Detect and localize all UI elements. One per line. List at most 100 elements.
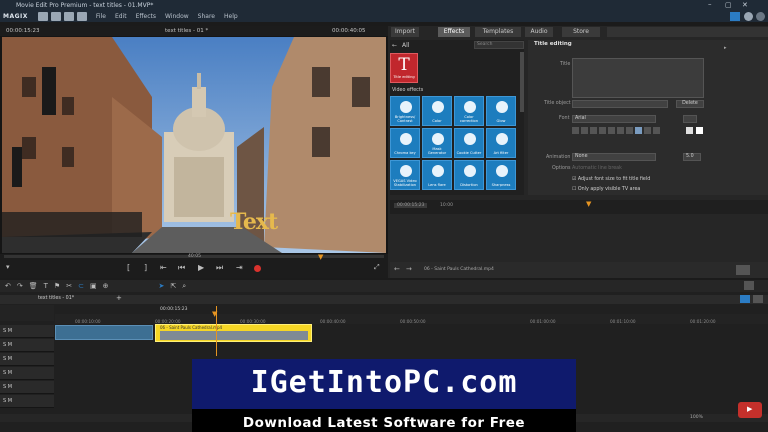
effect-distortion[interactable]: Distortion	[454, 160, 484, 190]
bold-icon[interactable]	[572, 127, 579, 134]
track-header-1[interactable]: S M	[0, 325, 54, 338]
user-icon[interactable]	[756, 12, 765, 21]
cut-icon[interactable]: ✂	[66, 282, 72, 290]
back-icon[interactable]: ←	[394, 265, 400, 273]
project-tab[interactable]: text titles - 01*	[38, 296, 74, 301]
close-window-icon[interactable]: ✕	[742, 1, 748, 9]
panel-options-icon[interactable]	[736, 265, 750, 275]
delete-icon[interactable]: 🗑	[29, 282, 38, 290]
tab-audio[interactable]: Audio	[525, 27, 553, 37]
solo-mute-icons[interactable]: S M	[3, 370, 12, 376]
effect-lens-flare[interactable]: Lens flare	[422, 160, 452, 190]
tab-store[interactable]: Store	[562, 27, 600, 37]
effects-scrollbar[interactable]	[520, 52, 524, 112]
effect-sharpness[interactable]: Sharpness	[486, 160, 516, 190]
font-size-input[interactable]	[683, 115, 697, 123]
animation-duration-input[interactable]: 5.0	[683, 153, 701, 161]
settings-icon[interactable]	[76, 11, 87, 21]
track-header-2[interactable]: S M	[0, 339, 54, 352]
rewind-icon[interactable]: ⏮	[178, 263, 185, 273]
redo-icon[interactable]: ↷	[17, 282, 23, 290]
effects-search-input[interactable]: Search	[474, 41, 524, 49]
help-icon[interactable]	[744, 12, 753, 21]
effect-color-correction[interactable]: Color correction	[454, 96, 484, 126]
font-select[interactable]: Arial	[572, 115, 656, 123]
add-tab-icon[interactable]: +	[116, 294, 122, 302]
track-header-6[interactable]: S M	[0, 395, 54, 408]
menu-effects[interactable]: Effects	[136, 13, 156, 20]
link-icon[interactable]: ⊂	[78, 282, 84, 290]
delete-button[interactable]: Delete	[676, 100, 704, 108]
marker-icon[interactable]: ⚑	[54, 282, 60, 290]
title-editing-tile[interactable]: T Title editing	[390, 53, 418, 83]
strikethrough-icon[interactable]	[599, 127, 606, 134]
tab-effects[interactable]: Effects	[438, 27, 470, 37]
new-project-icon[interactable]	[37, 11, 48, 21]
playhead-marker-icon[interactable]: ▼	[318, 253, 323, 261]
effect-glow[interactable]: Glow	[486, 96, 516, 126]
playhead-icon[interactable]: ▼	[212, 310, 217, 318]
track-header-5[interactable]: S M	[0, 381, 54, 394]
storyboard-view-icon[interactable]	[740, 295, 750, 303]
video-clip-1[interactable]	[55, 325, 153, 340]
undo-icon[interactable]: ↶	[5, 282, 11, 290]
shadow-icon[interactable]	[608, 127, 615, 134]
youtube-icon[interactable]: ▶	[738, 402, 762, 418]
menu-edit[interactable]: Edit	[115, 13, 127, 20]
monitor-options-icon[interactable]: ▾	[6, 263, 10, 271]
background-color-icon[interactable]	[696, 127, 703, 134]
solo-mute-icons[interactable]: S M	[3, 398, 12, 404]
fit-title-option[interactable]: ☑ Adjust font size to fit title field	[572, 177, 650, 182]
play-icon[interactable]: ▶	[198, 263, 204, 272]
menu-help[interactable]: Help	[224, 13, 238, 20]
justify-icon[interactable]	[653, 127, 660, 134]
maximize-icon[interactable]: ▢	[725, 1, 732, 9]
solo-mute-icons[interactable]: S M	[3, 342, 12, 348]
share-icon[interactable]	[730, 12, 740, 21]
panel-collapse-icon[interactable]: ▸	[724, 45, 727, 51]
open-folder-icon[interactable]	[50, 11, 61, 21]
effect-art-filter[interactable]: Art filter	[486, 128, 516, 158]
align-right-icon[interactable]	[644, 127, 651, 134]
save-icon[interactable]	[63, 11, 74, 21]
set-in-icon[interactable]: [	[127, 263, 130, 272]
minimize-icon[interactable]: –	[708, 0, 712, 8]
tv-area-option[interactable]: ☐ Only apply visible TV area	[572, 187, 640, 192]
back-arrow-icon[interactable]: ←	[392, 42, 397, 49]
track-header-3[interactable]: S M	[0, 353, 54, 366]
italic-icon[interactable]	[581, 127, 588, 134]
title-overlay-text[interactable]: Text	[230, 209, 278, 235]
fullscreen-icon[interactable]: ⤢	[374, 263, 380, 272]
effects-filter[interactable]: All	[402, 42, 409, 49]
align-center-icon[interactable]	[635, 127, 642, 134]
menu-file[interactable]: File	[96, 13, 106, 20]
mini-playhead-icon[interactable]: ▼	[586, 200, 591, 208]
record-icon[interactable]	[254, 265, 261, 272]
auto-line-break-option[interactable]: Automatic line break	[572, 166, 622, 171]
snap-icon[interactable]: ⊕	[103, 282, 109, 290]
print-icon[interactable]	[744, 281, 754, 290]
effect-brightness-contrast[interactable]: Brightness/ Contrast	[390, 96, 420, 126]
tab-templates[interactable]: Templates	[475, 27, 521, 37]
solo-mute-icons[interactable]: S M	[3, 384, 12, 390]
menu-window[interactable]: Window	[165, 13, 189, 20]
video-clip-selected[interactable]: 06 - Saint Pauls Cathedral.mp4	[155, 324, 312, 342]
title-text-input[interactable]	[572, 58, 704, 98]
effect-cookie-cutter[interactable]: Cookie Cutter	[454, 128, 484, 158]
solo-mute-icons[interactable]: S M	[3, 328, 12, 334]
solo-mute-icons[interactable]: S M	[3, 356, 12, 362]
menu-share[interactable]: Share	[198, 13, 215, 20]
effect-mask-generator[interactable]: Mask Generator	[422, 128, 452, 158]
effect-color[interactable]: Color	[422, 96, 452, 126]
tab-import[interactable]: Import	[391, 27, 419, 37]
group-icon[interactable]: ▣	[90, 282, 97, 290]
effect-chroma-key[interactable]: Chroma key	[390, 128, 420, 158]
zoom-tool-icon[interactable]: ⌕	[182, 282, 186, 291]
next-marker-icon[interactable]: ⇥	[236, 263, 243, 272]
timeline-view-icon[interactable]	[753, 295, 763, 303]
forward-icon-footer[interactable]: →	[406, 265, 412, 273]
outline-icon[interactable]	[617, 127, 624, 134]
pointer-tool-icon[interactable]: ➤	[158, 282, 164, 290]
prev-marker-icon[interactable]: ⇤	[160, 263, 167, 272]
text-color-icon[interactable]	[686, 127, 693, 134]
